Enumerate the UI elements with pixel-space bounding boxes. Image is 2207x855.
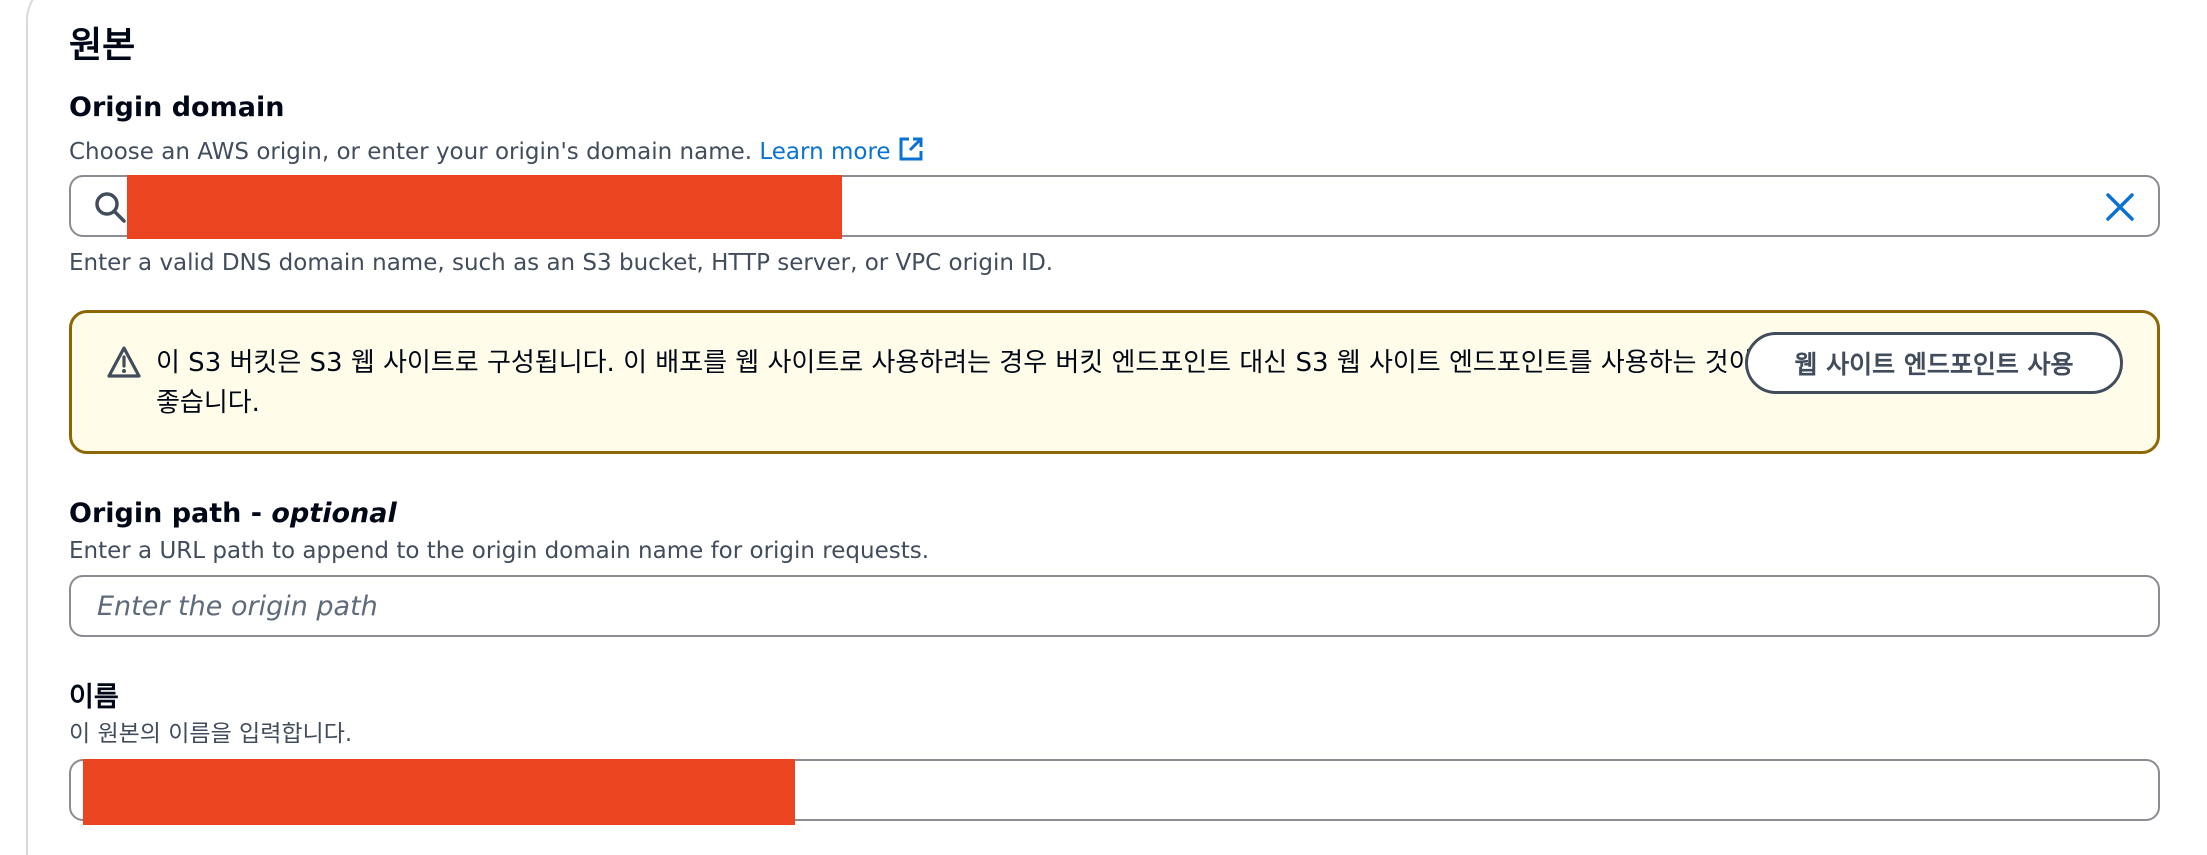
use-website-endpoint-button[interactable]: 웹 사이트 엔드포인트 사용: [1745, 332, 2123, 394]
alert-message: 이 S3 버킷은 S3 웹 사이트로 구성됩니다. 이 배포를 웹 사이트로 사…: [156, 348, 1753, 418]
origin-path-description: Enter a URL path to append to the origin…: [69, 538, 930, 564]
origin-settings-page: 원본 Origin domain Choose an AWS origin, o…: [0, 0, 2207, 855]
clear-icon[interactable]: [2104, 191, 2136, 227]
section-title: 원본: [69, 25, 136, 66]
origin-domain-constraint: Enter a valid DNS domain name, such as a…: [69, 250, 1054, 276]
origin-domain-label: Origin domain: [69, 92, 285, 123]
origin-path-placeholder: Enter the origin path: [97, 591, 378, 622]
external-link-icon[interactable]: [897, 135, 925, 172]
origin-path-label: Origin path - optional: [69, 496, 397, 532]
origin-path-label-text: Origin path -: [69, 498, 272, 529]
name-input[interactable]: [69, 759, 2160, 825]
origin-domain-description-text: Choose an AWS origin, or enter your orig…: [69, 139, 753, 165]
learn-more-link-text[interactable]: Learn more: [759, 139, 890, 165]
redacted-origin-domain-value: [127, 175, 842, 239]
s3-website-warning-alert: 이 S3 버킷은 S3 웹 사이트로 구성됩니다. 이 배포를 웹 사이트로 사…: [69, 310, 2160, 454]
origin-path-input[interactable]: Enter the origin path: [69, 575, 2160, 637]
search-icon: [93, 190, 127, 228]
optional-label: optional: [271, 498, 397, 529]
name-description: 이 원본의 이름을 입력합니다.: [69, 721, 353, 747]
warning-icon: [106, 345, 142, 383]
learn-more-link[interactable]: Learn more: [759, 137, 924, 165]
redacted-name-value: [83, 759, 795, 825]
origin-domain-description: Choose an AWS origin, or enter your orig…: [69, 135, 925, 172]
name-label: 이름: [69, 682, 119, 713]
origin-domain-input[interactable]: [69, 175, 2160, 239]
